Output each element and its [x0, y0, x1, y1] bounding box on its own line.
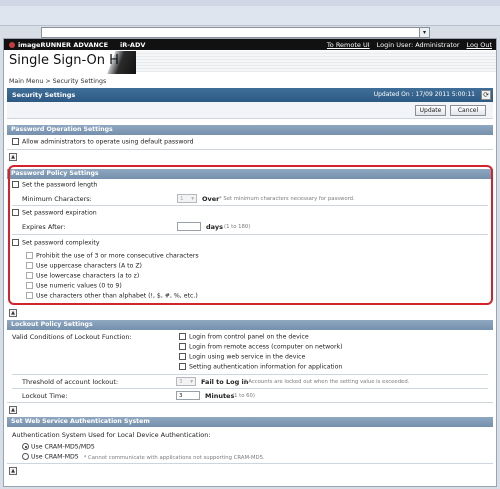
threshold-select[interactable]: 3 ▾: [176, 377, 196, 386]
auth-option-1: Use CRAM-MD5/MD5: [22, 443, 500, 451]
auth-option-2: Use CRAM-MD5 * Cannot communicate with a…: [22, 453, 500, 461]
password-operation-heading: Password Operation Settings: [7, 125, 493, 135]
auth-option-2-note: * Cannot communicate with applications n…: [83, 454, 265, 461]
address-dropdown-icon[interactable]: ▾: [419, 28, 429, 37]
app-title: Single Sign-On H: [9, 53, 119, 68]
divider: [7, 463, 493, 464]
breadcrumb: Main Menu > Security Settings: [9, 78, 107, 85]
auth-system-label: Authentication System Used for Local Dev…: [12, 431, 211, 439]
browser-toolbar: [0, 0, 500, 26]
divider: [7, 402, 493, 403]
address-combo[interactable]: ▾: [41, 27, 430, 38]
lockout-condition: Login from control panel on the device: [179, 333, 500, 341]
refresh-icon[interactable]: ⟳: [481, 90, 491, 100]
lockout-condition: Login from remote access (computer on ne…: [179, 343, 500, 351]
brand-name: imageRUNNER ADVANCE: [18, 41, 109, 49]
update-button[interactable]: Update: [415, 105, 446, 116]
minutes-range: (1 to 60): [232, 393, 255, 399]
collapse-icon[interactable]: ▲: [9, 406, 17, 414]
updated-timestamp: Updated On : 17/09 2011 5:00:11: [373, 91, 475, 98]
lockout-condition: Setting authentication information for a…: [179, 363, 500, 371]
divider: [12, 388, 488, 389]
lockout-condition: Login using web service in the device: [179, 353, 500, 361]
lockout-time-input[interactable]: 3: [176, 391, 200, 400]
to-remote-ui-link[interactable]: To Remote UI: [327, 41, 370, 49]
auth-option-1-label: Use CRAM-MD5/MD5: [31, 443, 95, 451]
log-out-link[interactable]: Log Out: [467, 41, 492, 49]
lockout-condition-label: Login from control panel on the device: [189, 333, 309, 341]
lockout-time-value: 3: [179, 393, 183, 399]
collapse-icon[interactable]: ▲: [9, 309, 17, 317]
remote-ui-frame: imageRUNNER ADVANCE iR-ADV To Remote UI …: [3, 38, 497, 487]
fail-label: Fail to Log in: [201, 378, 249, 386]
brand: imageRUNNER ADVANCE: [9, 41, 108, 49]
header-links: To Remote UI Login User: Administrator L…: [327, 41, 492, 49]
threshold-note: * Accounts are locked out when the setti…: [244, 379, 410, 385]
lockout-condition-label: Setting authentication information for a…: [189, 363, 343, 371]
divider: [12, 374, 488, 375]
cancel-button[interactable]: Cancel: [450, 105, 486, 116]
auth-option-2-radio[interactable]: [22, 453, 29, 460]
browser-top-strip: [0, 0, 500, 6]
allow-admin-checkbox[interactable]: [12, 138, 19, 145]
page-title-bar: Security Settings Updated On : 17/09 201…: [7, 88, 493, 102]
minutes-label: Minutes: [205, 392, 235, 400]
collapse-icon[interactable]: ▲: [9, 153, 17, 161]
header-decor-band: [134, 51, 496, 72]
lockout-condition-checkbox[interactable]: [179, 333, 186, 340]
allow-admin-label: Allow administrators to operate using de…: [22, 138, 194, 146]
app-header: imageRUNNER ADVANCE iR-ADV To Remote UI …: [4, 39, 496, 74]
valid-conditions-label: Valid Conditions of Lockout Function:: [12, 333, 132, 341]
divider: [7, 149, 493, 150]
threshold-label: Threshold of account lockout:: [22, 378, 119, 386]
lockout-condition-checkbox[interactable]: [179, 363, 186, 370]
auth-option-2-label: Use CRAM-MD5: [31, 453, 79, 461]
action-bar: Update Cancel: [7, 102, 493, 119]
canon-logo-icon: [9, 42, 15, 48]
model-name: iR-ADV: [120, 41, 146, 49]
collapse-icon[interactable]: ▲: [9, 467, 17, 475]
lockout-heading: Lockout Policy Settings: [7, 320, 493, 330]
threshold-value: 3: [179, 378, 183, 385]
page-title: Security Settings: [12, 91, 76, 99]
select-chevron-icon: ▾: [190, 378, 193, 385]
auth-option-1-radio[interactable]: [22, 443, 29, 450]
web-service-heading: Set Web Service Authentication System: [7, 417, 493, 427]
highlight-frame: [8, 165, 493, 305]
allow-admin-row: Allow administrators to operate using de…: [12, 138, 498, 146]
lockout-time-label: Lockout Time:: [22, 392, 68, 400]
lockout-condition-label: Login using web service in the device: [189, 353, 306, 361]
lockout-condition-checkbox[interactable]: [179, 353, 186, 360]
lockout-condition-checkbox[interactable]: [179, 343, 186, 350]
lockout-condition-label: Login from remote access (computer on ne…: [189, 343, 343, 351]
login-user-label: Login User: Administrator: [376, 41, 460, 49]
